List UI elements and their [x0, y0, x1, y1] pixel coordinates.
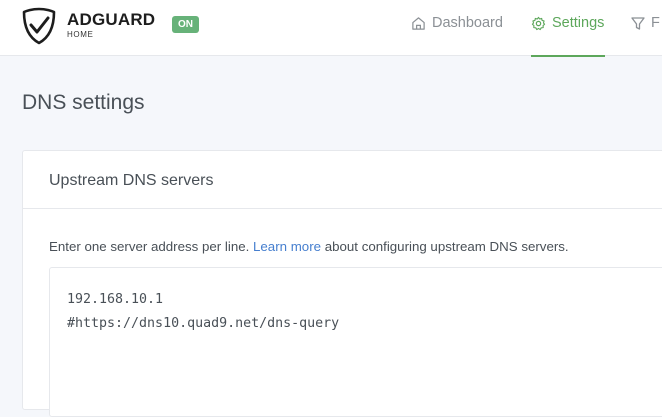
learn-more-link[interactable]: Learn more	[253, 239, 321, 254]
top-header: ADGUARD HOME ON Dashboard Settings F	[0, 0, 662, 56]
description-before: Enter one server address per line.	[49, 239, 250, 254]
page-title: DNS settings	[22, 91, 145, 114]
home-icon	[412, 16, 425, 30]
nav-settings-label: Settings	[552, 15, 605, 31]
card-description: Enter one server address per line. Learn…	[49, 239, 569, 254]
server-line: #https://dns10.quad9.net/dns-query	[67, 316, 340, 331]
server-line: 192.168.10.1	[67, 292, 164, 307]
filter-icon	[631, 16, 645, 30]
description-after: about configuring upstream DNS servers.	[324, 239, 569, 254]
upstream-dns-card: Upstream DNS servers Enter one server ad…	[22, 150, 662, 417]
nav-filters-label: F	[651, 15, 660, 31]
card-title: Upstream DNS servers	[49, 172, 214, 189]
card-header: Upstream DNS servers	[23, 151, 662, 209]
upstream-servers-textarea[interactable]: 192.168.10.1 #https://dns10.quad9.net/dn…	[49, 267, 662, 417]
nav-filters[interactable]: F	[631, 15, 660, 31]
nav-dashboard-label: Dashboard	[432, 15, 503, 31]
gear-icon	[531, 16, 546, 30]
active-tab-indicator	[531, 55, 605, 57]
main-nav: Dashboard Settings F	[0, 0, 662, 56]
nav-settings[interactable]: Settings	[531, 15, 604, 31]
nav-dashboard[interactable]: Dashboard	[411, 15, 503, 31]
